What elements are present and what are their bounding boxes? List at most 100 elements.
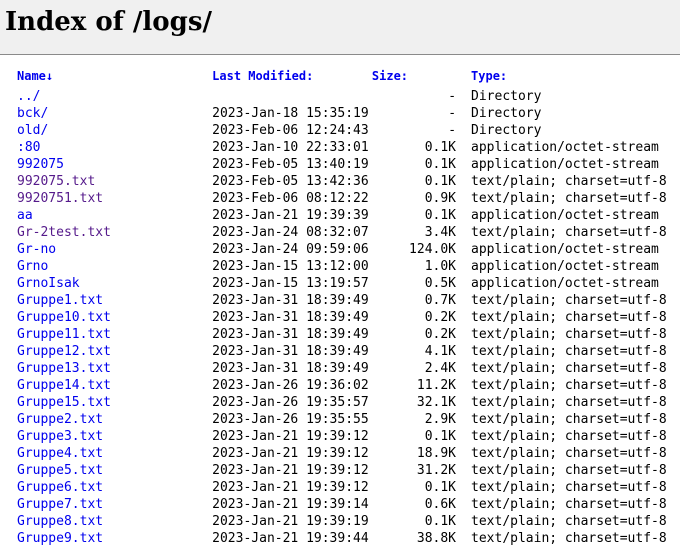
table-row: GrnoIsak 2023-Jan-15 13:19:57 0.5K applicat… bbox=[17, 275, 680, 292]
cell-size: - bbox=[448, 123, 457, 138]
cell-last-modified: 2023-Jan-21 19:39:14 bbox=[212, 497, 369, 512]
cell-last-modified: 2023-Jan-31 18:39:49 bbox=[212, 310, 369, 325]
cell-type: text/plain; charset=utf-8 bbox=[471, 327, 667, 342]
table-row: Gruppe1.txt 2023-Jan-31 18:39:49 0.7K text/… bbox=[17, 292, 680, 309]
column-header-size[interactable]: Size: bbox=[372, 67, 471, 88]
cell-type: text/plain; charset=utf-8 bbox=[471, 395, 667, 410]
cell-last-modified: 2023-Feb-06 12:24:43 bbox=[212, 123, 369, 138]
cell-type: application/octet-stream bbox=[471, 140, 659, 155]
cell-type: Directory bbox=[471, 106, 542, 121]
cell-last-modified: 2023-Feb-06 08:12:22 bbox=[212, 191, 369, 206]
column-header-name[interactable]: Name↓ bbox=[17, 67, 212, 88]
file-link[interactable]: 992075 bbox=[17, 157, 64, 172]
cell-size: 0.1K bbox=[424, 140, 457, 155]
cell-size: 124.0K bbox=[409, 242, 457, 257]
directory-listing-page: Index of /logs/ Name↓ Last Modified: Siz… bbox=[0, 0, 680, 547]
table-header: Name↓ Last Modified: Size: Type: bbox=[17, 67, 680, 88]
file-link[interactable]: aa bbox=[17, 208, 33, 223]
cell-last-modified: 2023-Jan-31 18:39:49 bbox=[212, 293, 369, 308]
file-link[interactable]: Gruppe9.txt bbox=[17, 531, 103, 546]
file-link[interactable]: Gruppe2.txt bbox=[17, 412, 103, 427]
file-link[interactable]: GrnoIsak bbox=[17, 276, 80, 291]
cell-name: Gruppe2.txt bbox=[17, 411, 212, 428]
cell-type: application/octet-stream bbox=[471, 157, 659, 172]
column-header-type[interactable]: Type: bbox=[471, 67, 680, 88]
file-listing-table: Name↓ Last Modified: Size: Type: ../ - Dir… bbox=[17, 67, 680, 547]
table-row: Gruppe5.txt 2023-Jan-21 19:39:12 31.2K text… bbox=[17, 462, 680, 479]
cell-name: Gruppe4.txt bbox=[17, 445, 212, 462]
table-row: Gruppe15.txt 2023-Jan-26 19:35:57 32.1K tex… bbox=[17, 394, 680, 411]
file-link[interactable]: Gruppe14.txt bbox=[17, 378, 111, 393]
cell-last-modified: 2023-Jan-26 19:36:02 bbox=[212, 378, 369, 393]
file-link[interactable]: Gruppe15.txt bbox=[17, 395, 111, 410]
file-link[interactable]: Gruppe12.txt bbox=[17, 344, 111, 359]
cell-name: 9920751.txt bbox=[17, 190, 212, 207]
file-link[interactable]: 992075.txt bbox=[17, 174, 95, 189]
table-row: 992075 2023-Feb-05 13:40:19 0.1K applicatio… bbox=[17, 156, 680, 173]
file-link[interactable]: Gruppe1.txt bbox=[17, 293, 103, 308]
cell-last-modified: 2023-Jan-21 19:39:44 bbox=[212, 531, 369, 546]
cell-size: 11.2K bbox=[416, 378, 457, 393]
cell-size: 2.9K bbox=[424, 412, 457, 427]
file-link[interactable]: Gruppe5.txt bbox=[17, 463, 103, 478]
table-row: Gruppe13.txt 2023-Jan-31 18:39:49 2.4K text… bbox=[17, 360, 680, 377]
cell-last-modified: 2023-Jan-18 15:35:19 bbox=[212, 106, 369, 121]
cell-name: Gruppe7.txt bbox=[17, 496, 212, 513]
file-link[interactable]: Gruppe3.txt bbox=[17, 429, 103, 444]
file-link[interactable]: Grno bbox=[17, 259, 48, 274]
file-link[interactable]: Gr-2test.txt bbox=[17, 225, 111, 240]
cell-size: 2.4K bbox=[424, 361, 457, 376]
table-row: 9920751.txt 2023-Feb-06 08:12:22 0.9K text/… bbox=[17, 190, 680, 207]
cell-size: 0.1K bbox=[424, 514, 457, 529]
cell-size: 32.1K bbox=[416, 395, 457, 410]
cell-name: 992075 bbox=[17, 156, 212, 173]
cell-name: Gruppe10.txt bbox=[17, 309, 212, 326]
file-link[interactable]: 9920751.txt bbox=[17, 191, 103, 206]
cell-name: Gruppe15.txt bbox=[17, 394, 212, 411]
cell-type: text/plain; charset=utf-8 bbox=[471, 344, 667, 359]
file-link[interactable]: ../ bbox=[17, 89, 40, 104]
cell-last-modified: 2023-Jan-21 19:39:39 bbox=[212, 208, 369, 223]
cell-last-modified: 2023-Jan-21 19:39:19 bbox=[212, 514, 369, 529]
table-row: Gruppe6.txt 2023-Jan-21 19:39:12 0.1K text/… bbox=[17, 479, 680, 496]
table-body: ../- Directory bck/2023-Jan-18 15:35:19- Di… bbox=[17, 88, 680, 547]
file-link[interactable]: Gruppe7.txt bbox=[17, 497, 103, 512]
cell-name: Gruppe8.txt bbox=[17, 513, 212, 530]
cell-last-modified: 2023-Feb-05 13:42:36 bbox=[212, 174, 369, 189]
file-link[interactable]: Gruppe6.txt bbox=[17, 480, 103, 495]
table-row: Gruppe2.txt 2023-Jan-26 19:35:55 2.9K text/… bbox=[17, 411, 680, 428]
cell-type: text/plain; charset=utf-8 bbox=[471, 191, 667, 206]
file-link[interactable]: old/ bbox=[17, 123, 48, 138]
cell-size: 0.2K bbox=[424, 327, 457, 342]
cell-name: Gruppe11.txt bbox=[17, 326, 212, 343]
file-link[interactable]: Gruppe13.txt bbox=[17, 361, 111, 376]
file-link[interactable]: :80 bbox=[17, 140, 40, 155]
cell-size: 0.1K bbox=[424, 208, 457, 223]
file-link[interactable]: Gruppe8.txt bbox=[17, 514, 103, 529]
cell-last-modified: 2023-Jan-21 19:39:12 bbox=[212, 480, 369, 495]
cell-size: 3.4K bbox=[424, 225, 457, 240]
cell-last-modified: 2023-Jan-24 09:59:06 bbox=[212, 242, 369, 257]
file-link[interactable]: Gruppe4.txt bbox=[17, 446, 103, 461]
table-row: 992075.txt 2023-Feb-05 13:42:36 0.1K text/p… bbox=[17, 173, 680, 190]
cell-type: text/plain; charset=utf-8 bbox=[471, 480, 667, 495]
file-link[interactable]: Gruppe10.txt bbox=[17, 310, 111, 325]
page-header: Index of /logs/ bbox=[0, 0, 680, 55]
cell-type: text/plain; charset=utf-8 bbox=[471, 463, 667, 478]
table-row: aa 2023-Jan-21 19:39:39 0.1K application/oc… bbox=[17, 207, 680, 224]
cell-name: 992075.txt bbox=[17, 173, 212, 190]
file-link[interactable]: Gruppe11.txt bbox=[17, 327, 111, 342]
cell-name: GrnoIsak bbox=[17, 275, 212, 292]
file-link[interactable]: bck/ bbox=[17, 106, 48, 121]
cell-type: text/plain; charset=utf-8 bbox=[471, 531, 667, 546]
table-row: Gr-2test.txt 2023-Jan-24 08:32:07 3.4K text… bbox=[17, 224, 680, 241]
cell-size: 18.9K bbox=[416, 446, 457, 461]
file-link[interactable]: Gr-no bbox=[17, 242, 56, 257]
cell-size: 0.5K bbox=[424, 276, 457, 291]
column-header-last-modified[interactable]: Last Modified: bbox=[212, 67, 372, 88]
table-row: Gruppe4.txt 2023-Jan-21 19:39:12 18.9K text… bbox=[17, 445, 680, 462]
cell-name: aa bbox=[17, 207, 212, 224]
cell-type: text/plain; charset=utf-8 bbox=[471, 412, 667, 427]
cell-name: Gruppe6.txt bbox=[17, 479, 212, 496]
cell-name: Gruppe9.txt bbox=[17, 530, 212, 547]
